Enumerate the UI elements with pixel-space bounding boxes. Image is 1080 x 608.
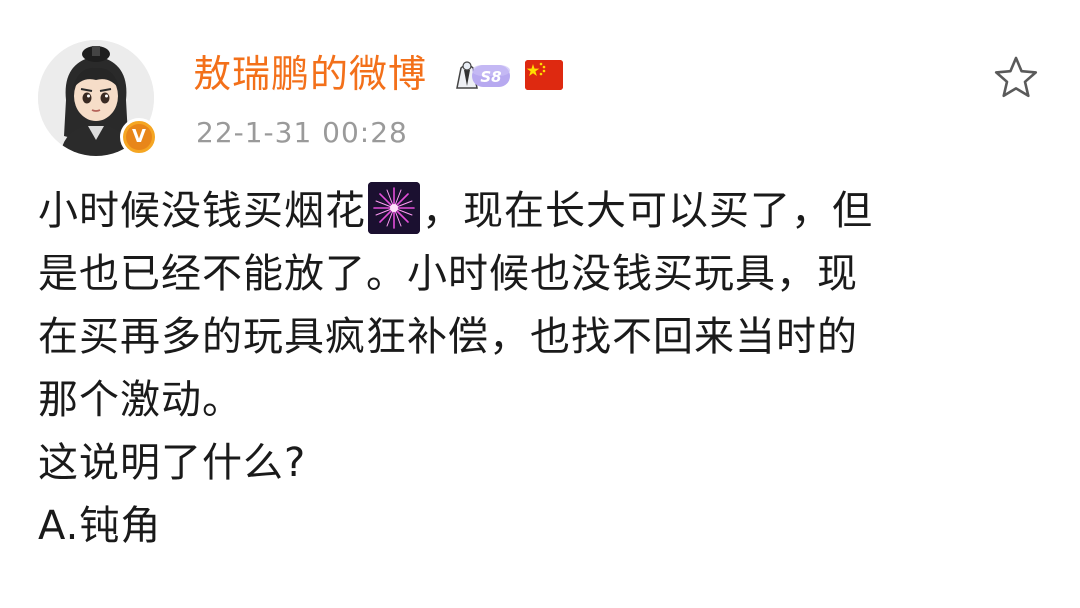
post-timestamp[interactable]: 22-1-31 00:28 <box>196 115 408 151</box>
post-line-6: A.钝角 <box>38 503 162 549</box>
china-flag-icon <box>525 60 563 90</box>
firework-icon <box>368 182 420 234</box>
verified-badge-icon: V <box>120 118 158 156</box>
post-line-3: 在买再多的玩具疯狂补偿，也找不回来当时的 <box>38 314 858 360</box>
post-line-1: 小时候没钱买烟花 ，现在长大可以买了，但 <box>38 180 1038 243</box>
verified-mark: V <box>126 124 152 150</box>
avatar-container[interactable]: V <box>38 40 158 156</box>
post-line-2: 是也已经不能放了。小时候也没钱买玩具，现 <box>38 251 858 297</box>
post-text-segment: ，现在长大可以买了，但 <box>422 188 873 234</box>
weibo-post: V 敖瑞鹏的微博 S8 22-1-31 00:28 小时候没钱买烟花 ，现在长大… <box>0 0 1080 608</box>
user-badges: S8 <box>455 57 563 93</box>
post-line-5: 这说明了什么? <box>38 440 307 486</box>
favorite-button[interactable] <box>990 52 1042 104</box>
star-outline-icon <box>994 56 1038 98</box>
post-text-segment: 小时候没钱买烟花 <box>38 188 366 234</box>
author-name[interactable]: 敖瑞鹏的微博 <box>193 50 427 98</box>
level-badge-icon[interactable]: S8 <box>455 58 511 92</box>
post-body: 小时候没钱买烟花 ，现在长大可以买了，但 是也已经不能放了。小时候也没钱买玩具，… <box>38 180 1038 558</box>
post-line-4: 那个激动。 <box>38 377 243 423</box>
level-badge-text: S8 <box>480 68 501 86</box>
